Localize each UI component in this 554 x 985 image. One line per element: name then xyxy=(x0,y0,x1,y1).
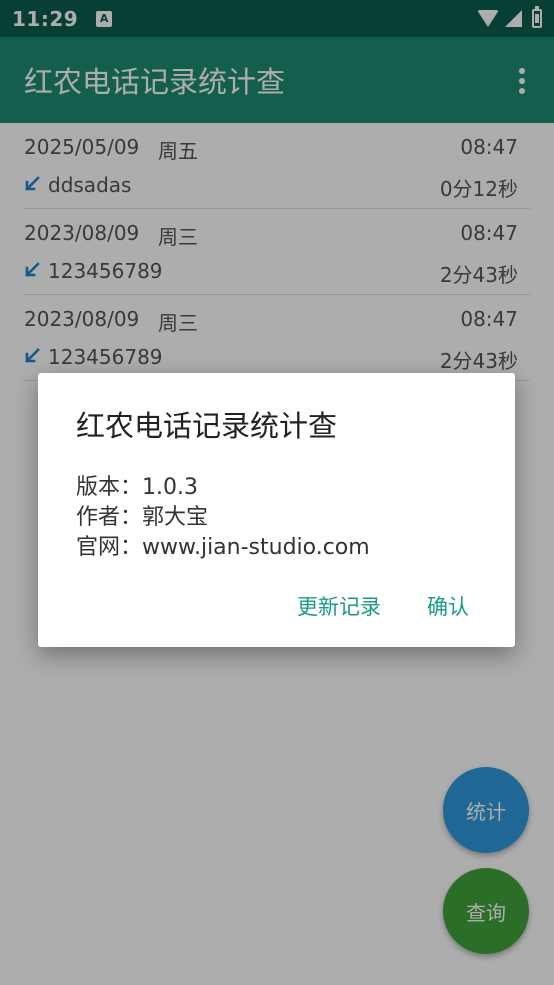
author-line: 作者：郭大宝 xyxy=(76,505,209,530)
dialog-actions: 更新记录 确认 xyxy=(297,591,469,621)
update-log-button[interactable]: 更新记录 xyxy=(297,591,381,621)
screen: 11:29 A 红农电话记录统计查 2025/05/09 周五 08:47 dd… xyxy=(0,0,554,985)
about-dialog: 红农电话记录统计查 版本：1.0.3 作者：郭大宝 官网：www.jian-st… xyxy=(38,373,515,647)
dialog-body: 版本：1.0.3 作者：郭大宝 官网：www.jian-studio.com xyxy=(76,473,370,563)
website-line: 官网：www.jian-studio.com xyxy=(76,535,370,560)
version-line: 版本：1.0.3 xyxy=(76,475,198,500)
dialog-title: 红农电话记录统计查 xyxy=(76,409,338,443)
confirm-button[interactable]: 确认 xyxy=(427,591,469,621)
